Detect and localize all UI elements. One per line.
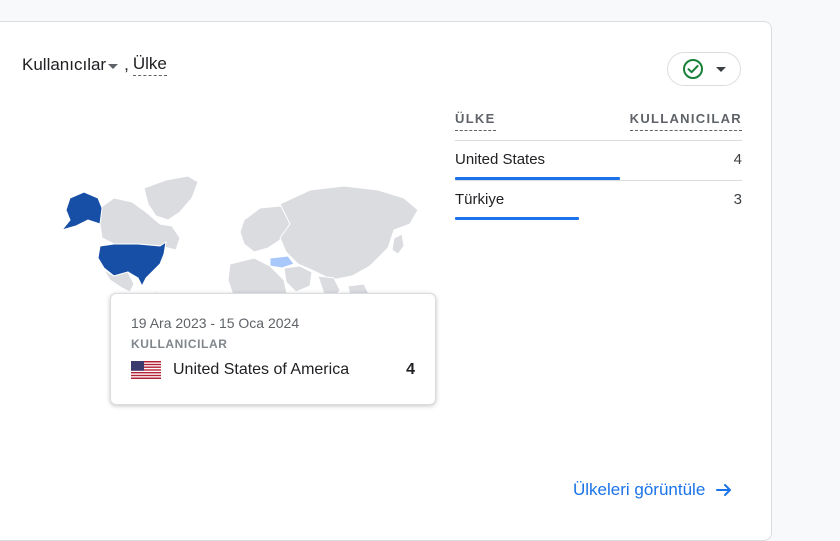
country-table: ÜLKE KULLANICILAR United States 4 Türkiy… <box>455 110 742 220</box>
map-tooltip: 19 Ara 2023 - 15 Oca 2024 KULLANICILAR U… <box>110 293 436 405</box>
tooltip-country: United States of America <box>173 361 350 378</box>
tooltip-date-range: 19 Ara 2023 - 15 Oca 2024 <box>131 315 300 331</box>
share-bar <box>455 177 620 180</box>
tooltip-metric-label: KULLANICILAR <box>131 337 228 351</box>
dimension-dropdown[interactable]: Ülke <box>132 54 167 76</box>
tooltip-value: 4 <box>406 361 415 378</box>
tooltip-row: United States of America 4 <box>131 361 415 379</box>
us-flag-icon <box>131 361 161 379</box>
map-region-japan[interactable] <box>391 233 405 255</box>
metric-dropdown[interactable]: Kullanıcılar <box>22 55 119 75</box>
chevron-down-icon <box>716 66 726 72</box>
row-users: 4 <box>733 151 742 168</box>
row-country: United States <box>455 151 546 168</box>
table-header: ÜLKE KULLANICILAR <box>455 110 742 141</box>
comparison-button[interactable] <box>667 52 741 86</box>
table-row[interactable]: Türkiye 3 <box>455 181 742 220</box>
column-header-users[interactable]: KULLANICILAR <box>629 110 742 131</box>
caret-down-icon <box>108 63 119 69</box>
check-circle-icon <box>683 59 703 79</box>
share-bar <box>455 217 579 220</box>
table-row[interactable]: United States 4 <box>455 141 742 181</box>
map-region-greenland[interactable] <box>143 175 199 221</box>
view-countries-label: Ülkeleri görüntüle <box>573 480 706 499</box>
row-users: 3 <box>733 191 742 208</box>
map-region-alaska[interactable] <box>60 191 103 231</box>
metric-label: Kullanıcılar <box>22 55 107 74</box>
row-country: Türkiye <box>455 191 505 208</box>
map-region-middle-east[interactable] <box>283 265 313 293</box>
column-header-country[interactable]: ÜLKE <box>455 110 496 131</box>
map-region-turkiye[interactable] <box>269 255 295 269</box>
card-header: Kullanıcılar , Ülke <box>22 54 167 76</box>
arrow-right-icon <box>716 484 732 496</box>
view-countries-link[interactable]: Ülkeleri görüntüle <box>573 480 733 500</box>
header-separator: , <box>124 55 129 74</box>
